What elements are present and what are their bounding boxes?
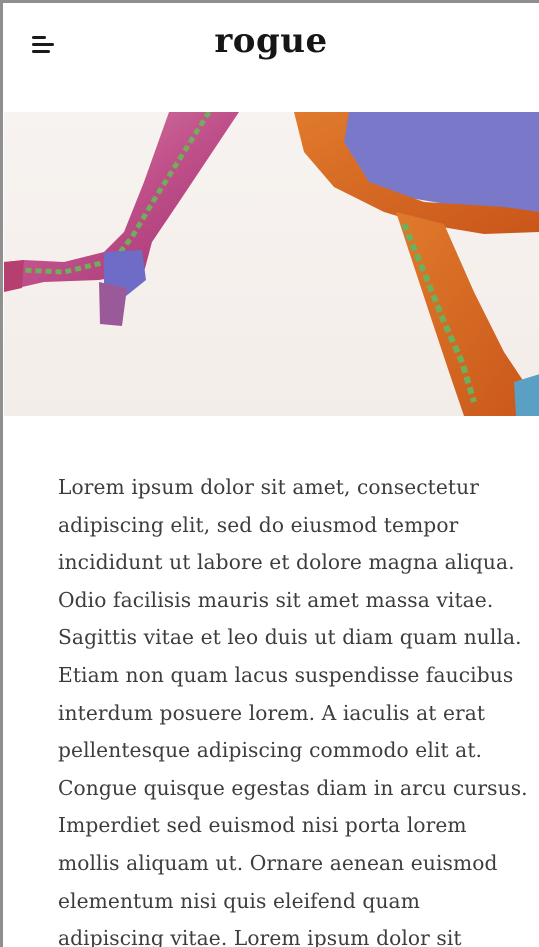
site-header: rogue xyxy=(3,3,539,112)
site-logo[interactable]: rogue xyxy=(3,21,539,61)
hero-image xyxy=(4,112,539,416)
article-body: Lorem ipsum dolor sit amet, consectetur … xyxy=(58,475,528,947)
page-frame: rogue Lorem ipsum dolor sit amet, consec… xyxy=(0,0,539,947)
boots-illustration xyxy=(4,112,539,416)
